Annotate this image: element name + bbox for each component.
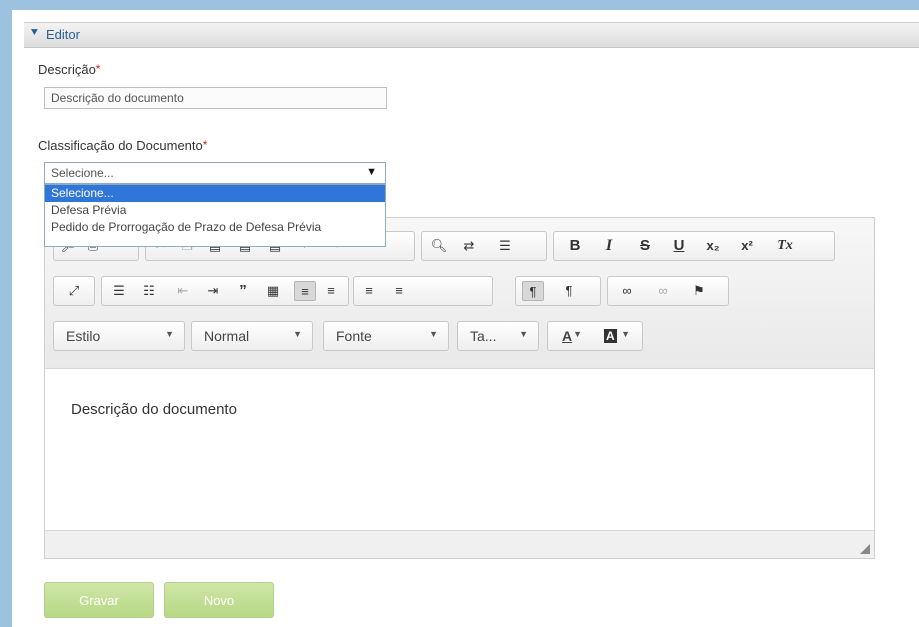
dropdown-option-pedido-prorrogacao[interactable]: Pedido de Prorrogação de Prazo de Defesa… (45, 219, 385, 236)
rich-text-editor: 🔎︎ ⎙ ✂ ❐ ▤ ▤ ▤ ↶ ↷ 🔍︎ ⇄ ☰ B I S U (44, 217, 875, 559)
color-group: A ▼ A ▼ (547, 321, 643, 351)
window-top-border (0, 0, 919, 10)
toolbar-group-align: ≡ ≡ (353, 276, 493, 306)
style-caret-icon: ▼ (165, 329, 174, 339)
toolbar-group-basicstyles: B I S U x₂ x² Tx (553, 231, 835, 261)
toolbar-group-maximize: ⤢ (53, 276, 95, 306)
align-center-icon[interactable]: ≡ (320, 281, 342, 301)
bulleted-list-icon[interactable]: ☷ (138, 281, 160, 301)
decrease-indent-icon[interactable]: ⇤ (172, 281, 194, 301)
remove-format-button[interactable]: Tx (774, 236, 796, 256)
blockquote-icon[interactable]: ” (232, 281, 254, 301)
classificacao-select[interactable]: Selecione... ▼ (44, 162, 386, 184)
new-button[interactable]: Novo (164, 582, 274, 618)
numbered-list-icon[interactable]: ☰ (108, 281, 130, 301)
anchor-flag-icon[interactable]: ⚑ (688, 281, 710, 301)
collapse-chevron-icon[interactable]: ⯆ (30, 27, 39, 40)
font-caret-icon: ▼ (429, 329, 438, 339)
descricao-label: Descrição* (38, 62, 100, 77)
align-right-icon[interactable]: ≡ (358, 281, 380, 301)
dropdown-arrow-icon: ▼ (366, 166, 377, 178)
required-marker: * (202, 138, 208, 152)
style-combo-value: Estilo (66, 328, 101, 344)
font-combo-value: Fonte (336, 328, 372, 344)
window-left-border (0, 0, 12, 627)
dropdown-option-defesa-previa[interactable]: Defesa Prévia (45, 202, 385, 219)
text-color-button[interactable]: A (562, 328, 572, 344)
classificacao-selected-value: Selecione... (51, 166, 114, 180)
justify-icon[interactable]: ≡ (388, 281, 410, 301)
toolbar-group-search: 🔍︎ ⇄ ☰ (421, 231, 547, 261)
format-combo-value: Normal (204, 328, 250, 344)
bg-color-caret-icon: ▼ (621, 329, 630, 339)
format-caret-icon: ▼ (293, 329, 302, 339)
descricao-input-value: Descrição do documento (51, 91, 184, 105)
background-color-button[interactable]: A (604, 329, 617, 343)
descricao-input[interactable]: Descrição do documento (44, 87, 387, 109)
unlink-icon[interactable]: ∞ (652, 281, 674, 301)
format-combo[interactable]: Normal ▼ (191, 321, 313, 351)
bold-button[interactable]: B (564, 236, 586, 256)
superscript-button[interactable]: x² (736, 236, 758, 256)
editor-content-area[interactable]: Descrição do documento (45, 368, 874, 531)
classificacao-label: Classificação do Documento* (38, 138, 207, 153)
select-all-icon[interactable]: ☰ (494, 236, 516, 256)
required-marker: * (95, 62, 101, 76)
dropdown-option-selecione[interactable]: Selecione... (45, 185, 385, 202)
link-icon[interactable]: ∞ (616, 281, 638, 301)
maximize-icon[interactable]: ⤢ (63, 281, 85, 301)
size-combo[interactable]: Ta... ▼ (457, 321, 539, 351)
find-icon[interactable]: 🔍︎ (428, 236, 450, 256)
classificacao-dropdown-list: Selecione... Defesa Prévia Pedido de Pro… (44, 184, 386, 247)
classificacao-label-text: Classificação do Documento (38, 138, 203, 153)
italic-button[interactable]: I (598, 236, 620, 256)
panel-title: Editor (46, 27, 80, 42)
toolbar-group-paragraph: ☰ ☷ ⇤ ⇥ ” ▦ ≡ ≡ (101, 276, 349, 306)
align-left-icon[interactable]: ≡ (294, 281, 316, 301)
div-container-icon[interactable]: ▦ (262, 281, 284, 301)
style-combo[interactable]: Estilo ▼ (53, 321, 185, 351)
strikethrough-button[interactable]: S (634, 236, 656, 256)
toolbar-group-links: ∞ ∞ ⚑ (607, 276, 729, 306)
panel-header[interactable]: ⯆ Editor (24, 22, 919, 48)
toolbar-group-direction: ¶ ¶ (515, 276, 601, 306)
editor-panel: ⯆ Editor Descrição* Descrição do documen… (24, 10, 919, 627)
resize-handle-icon[interactable] (860, 544, 870, 554)
subscript-button[interactable]: x₂ (702, 236, 724, 256)
rtl-direction-icon[interactable]: ¶ (558, 281, 580, 301)
text-color-caret-icon: ▼ (573, 329, 582, 339)
editor-content-text: Descrição do documento (71, 401, 237, 418)
descricao-label-text: Descrição (38, 62, 96, 77)
font-combo[interactable]: Fonte ▼ (323, 321, 449, 351)
replace-icon[interactable]: ⇄ (458, 236, 480, 256)
size-caret-icon: ▼ (519, 329, 528, 339)
size-combo-value: Ta... (470, 328, 497, 344)
increase-indent-icon[interactable]: ⇥ (202, 281, 224, 301)
ltr-direction-icon[interactable]: ¶ (522, 281, 544, 301)
save-button[interactable]: Gravar (44, 582, 154, 618)
underline-button[interactable]: U (668, 236, 690, 256)
